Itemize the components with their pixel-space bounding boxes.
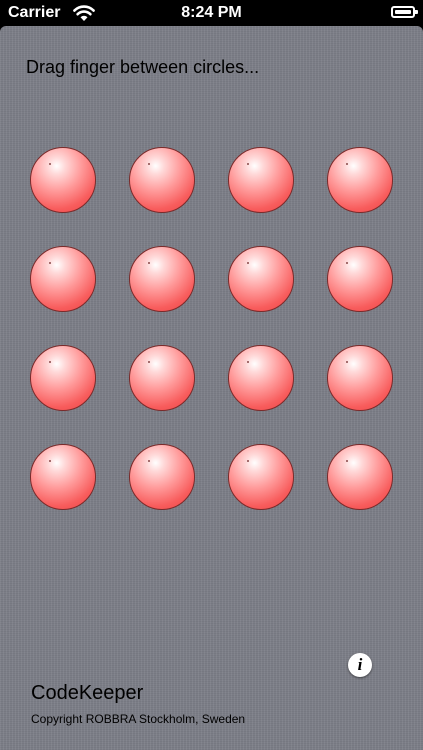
app-name: CodeKeeper — [31, 682, 144, 704]
circle-r2-c3[interactable] — [228, 246, 294, 312]
copyright-text: Copyright ROBBRA Stockholm, Sweden — [31, 712, 246, 726]
circle-r4-c2[interactable] — [129, 444, 195, 510]
circle-r1-c4[interactable] — [327, 147, 393, 213]
circle-r3-c4[interactable] — [327, 345, 393, 411]
status-bar: Carrier 8:24 PM — [0, 0, 423, 26]
circle-r4-c1[interactable] — [30, 444, 96, 510]
circle-r4-c4[interactable] — [327, 444, 393, 510]
circle-r3-c3[interactable] — [228, 345, 294, 411]
circle-r3-c2[interactable] — [129, 345, 195, 411]
app-screen: Drag finger between circles... CodeKeepe… — [0, 26, 423, 750]
circle-r1-c2[interactable] — [129, 147, 195, 213]
circle-r2-c2[interactable] — [129, 246, 195, 312]
circle-r3-c1[interactable] — [30, 345, 96, 411]
status-time: 8:24 PM — [181, 4, 242, 21]
info-icon[interactable]: i — [348, 653, 372, 677]
battery-icon — [391, 6, 418, 18]
circle-r4-c3[interactable] — [228, 444, 294, 510]
circle-r1-c1[interactable] — [30, 147, 96, 213]
circle-r1-c3[interactable] — [228, 147, 294, 213]
circle-grid[interactable] — [30, 147, 396, 513]
instruction-text: Drag finger between circles... — [26, 57, 260, 77]
circle-r2-c4[interactable] — [327, 246, 393, 312]
circle-r2-c1[interactable] — [30, 246, 96, 312]
